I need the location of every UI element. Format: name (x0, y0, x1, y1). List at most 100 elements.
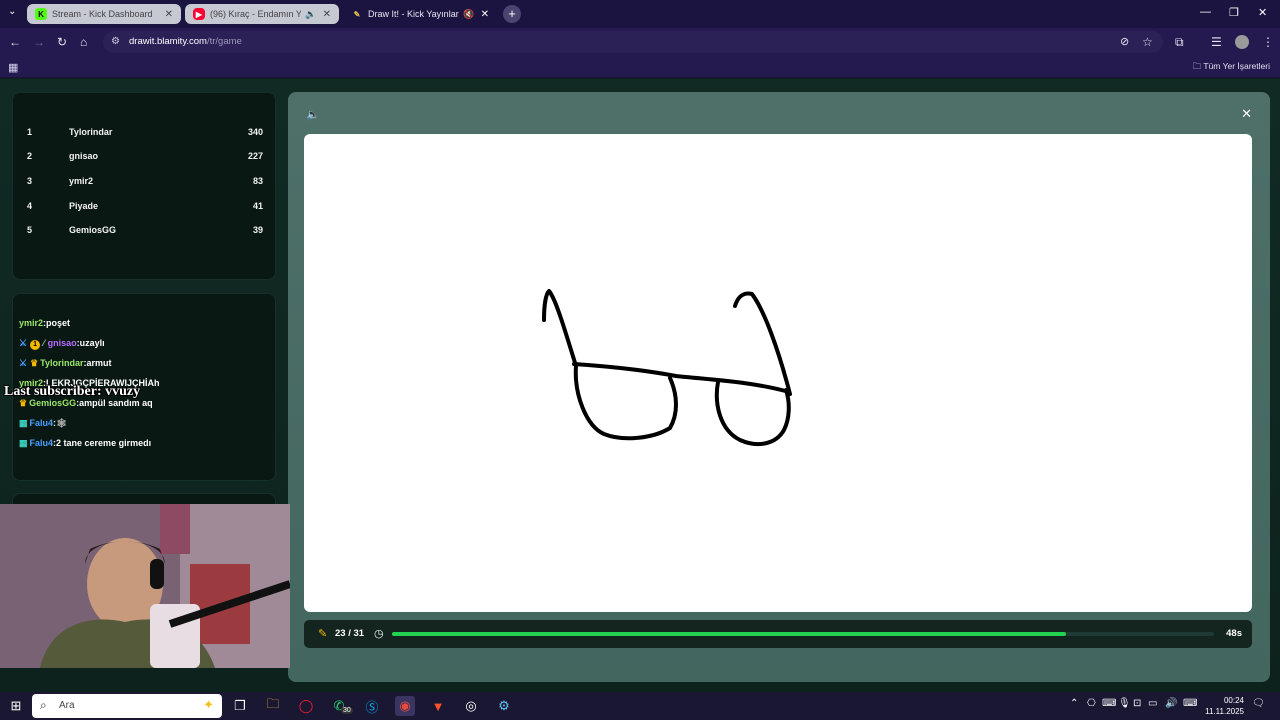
taskbar: ⊞ ⌕ Ara ✦ ❐ 🗀 ◯ ✆ 30 Ⓢ ◉ ▼ ◎ ⚙ ⌃ ⎔ ⌨ 🎙 ⊡… (0, 692, 1280, 720)
chat-message: ⚔ 1 ⁄ gnisao:uzaylı (19, 338, 105, 350)
skype-icon[interactable]: Ⓢ (362, 696, 382, 716)
tab-title: (96) Kıraç - Endamın Yeter (210, 9, 302, 19)
rank: 2 (27, 151, 33, 161)
mute-icon[interactable]: 🔇 (463, 9, 474, 20)
grid-badge-icon: ▦ (19, 418, 28, 428)
tab-search-icon[interactable]: ⌄ (8, 6, 16, 17)
tray-app-icon[interactable]: ⌨ (1102, 698, 1116, 709)
player-name: ymir2 (69, 176, 94, 186)
tray-app-icon[interactable]: ⊡ (1133, 698, 1141, 709)
player-score: 41 (252, 201, 263, 211)
chat-user: ymir2 (19, 318, 44, 328)
leaderboard-row: 2 gnisao 227 (27, 151, 263, 165)
microphone-icon[interactable]: 🎙 (1118, 698, 1131, 709)
sound-icon[interactable]: 🔈 (306, 108, 320, 121)
menu-icon[interactable]: ⋮ (1262, 35, 1274, 49)
timer-icon: ◷ (374, 628, 384, 640)
youtube-icon: ▶ (193, 8, 205, 20)
webcam-image (0, 504, 290, 668)
drawing-canvas[interactable] (304, 134, 1252, 612)
leaderboard-row: 4 Piyade 41 (27, 201, 263, 215)
close-tab-icon[interactable]: ✕ (323, 9, 331, 20)
file-explorer-icon[interactable]: 🗀 (263, 696, 283, 716)
chat-message: ⚔ ♛ Tylorindar:armut (19, 358, 112, 368)
close-window-icon[interactable]: ✕ (1258, 6, 1267, 19)
url-text: drawit.blamity.com/tr/game (129, 36, 242, 47)
player-name: gnisao (69, 151, 99, 161)
tab-title: Draw It! - Kick Yayınları İçin (368, 9, 460, 19)
apps-grid-icon[interactable]: ▦ (8, 61, 18, 74)
leaderboard-row: 5 GemiosGG 39 (27, 225, 263, 239)
profile-avatar[interactable] (1235, 35, 1249, 49)
chat-message: ▦ Falu4:2 tane cereme girmedı (19, 438, 152, 448)
time-progress-bar (392, 632, 1214, 636)
restore-icon[interactable]: ❐ (1229, 6, 1239, 19)
tab-draw-it[interactable]: ✎ Draw It! - Kick Yayınları İçin 🔇 ✕ (343, 4, 497, 24)
start-icon[interactable]: ⊞ (6, 696, 26, 716)
site-info-icon[interactable]: ⚙ (111, 36, 120, 47)
player-name: Tylorindar (69, 127, 113, 137)
url-input[interactable]: ⚙ drawit.blamity.com/tr/game (103, 31, 1163, 53)
bookmark-star-icon[interactable]: ☆ (1142, 35, 1153, 49)
folder-icon: 🗀 (1192, 61, 1204, 71)
tab-youtube[interactable]: ▶ (96) Kıraç - Endamın Yeter 🔈 ✕ (185, 4, 339, 24)
tracking-off-icon[interactable]: ⊘ (1120, 35, 1129, 48)
home-icon[interactable]: ⌂ (80, 35, 87, 49)
opera-icon[interactable]: ◯ (296, 696, 316, 716)
player-name: GemiosGG (69, 225, 117, 235)
reading-list-icon[interactable]: ☰ (1211, 35, 1222, 49)
notifications-icon[interactable]: 🗨 (1252, 698, 1265, 709)
keyboard-layout-icon[interactable]: ⌨ (1183, 698, 1197, 709)
rank: 4 (27, 201, 33, 211)
clock[interactable]: 00:24 11.11.2025 (1205, 695, 1244, 717)
back-icon[interactable]: ← (9, 35, 21, 49)
leaderboard-panel: 1 Tylorindar 340 2 gnisao 227 3 ymir2 83… (12, 92, 276, 280)
network-icon[interactable]: ▭ (1148, 698, 1157, 709)
pencil-badge-icon: ⁄ (43, 338, 45, 348)
time-progress-fill (392, 632, 1067, 636)
rank: 5 (27, 225, 33, 235)
chat-user: Tylorindar (40, 358, 84, 368)
tray-app-icon[interactable]: ⎔ (1087, 698, 1096, 709)
player-score: 83 (252, 176, 263, 186)
minimize-icon[interactable]: — (1200, 6, 1211, 18)
all-bookmarks-link[interactable]: 🗀 Tüm Yer İşaretleri (1193, 61, 1270, 75)
task-view-icon[interactable]: ❐ (230, 696, 250, 716)
search-placeholder: Ara (59, 700, 75, 711)
search-icon: ⌕ (40, 698, 47, 712)
draw-it-icon: ✎ (353, 9, 361, 19)
extensions-icon[interactable]: ⧉ (1175, 35, 1184, 50)
subscriber-badge-icon: 1 (30, 340, 41, 350)
rank: 3 (27, 176, 33, 186)
grid-badge-icon: ▦ (19, 438, 28, 448)
game-panel: 🔈 ✕ ✎ 23 / 31 ◷ 48s (288, 92, 1270, 682)
time-remaining: 48s (1226, 628, 1242, 639)
speaker-icon[interactable]: 🔈 (305, 9, 316, 20)
volume-icon[interactable]: 🔊 (1165, 698, 1177, 709)
brave-icon[interactable]: ▼ (428, 696, 448, 716)
clock-date: 11.11.2025 (1205, 707, 1244, 716)
reload-icon[interactable]: ↻ (57, 35, 67, 49)
obs-icon[interactable]: ◎ (461, 696, 481, 716)
forward-icon[interactable]: → (33, 35, 45, 49)
last-subscriber-overlay: Last subscriber: vvuzy (4, 384, 141, 399)
copilot-sparkle-icon: ✦ (203, 697, 214, 712)
chrome-icon[interactable]: ◉ (395, 696, 415, 716)
crown-badge-icon: ♛ (30, 358, 39, 368)
emote-icon: 🕸 (56, 418, 68, 428)
clock-time: 00:24 (1223, 696, 1244, 705)
tab-kick-dashboard[interactable]: K Stream - Kick Dashboard ✕ (27, 4, 181, 24)
kick-icon: K (35, 8, 47, 20)
player-score: 227 (247, 151, 263, 161)
new-tab-button[interactable]: + (503, 5, 521, 23)
round-counter: 23 / 31 (335, 628, 365, 639)
close-tab-icon[interactable]: ✕ (481, 9, 489, 20)
player-score: 340 (247, 127, 263, 137)
close-icon[interactable]: ✕ (1241, 106, 1252, 122)
show-hidden-icons[interactable]: ⌃ (1070, 698, 1078, 709)
chat-text: armut (86, 358, 112, 368)
chat-message: ▦ Falu4:🕸 (19, 418, 68, 428)
taskbar-search-input[interactable]: ⌕ Ara ✦ (32, 694, 222, 718)
steam-icon[interactable]: ⚙ (494, 696, 514, 716)
close-tab-icon[interactable]: ✕ (165, 9, 173, 20)
